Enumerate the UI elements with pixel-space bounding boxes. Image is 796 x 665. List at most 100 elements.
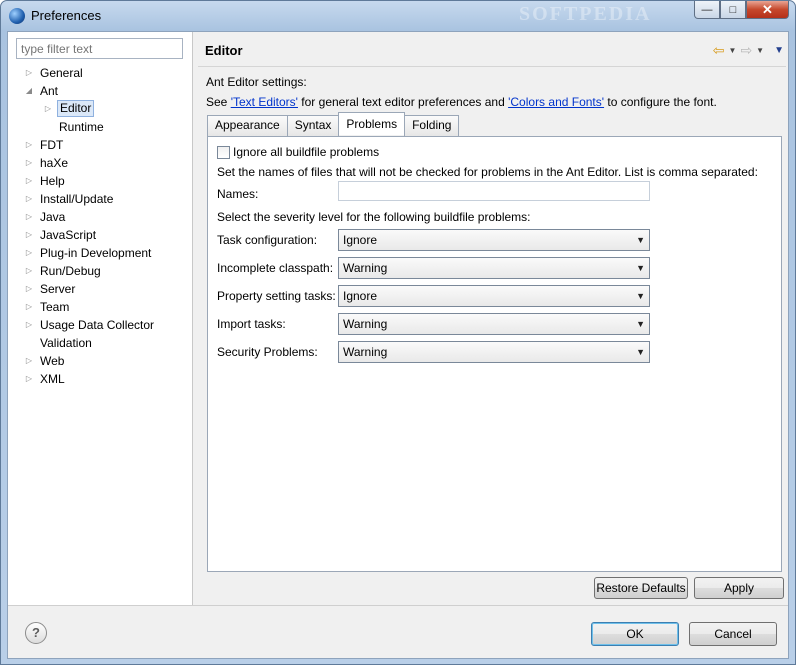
tree-item[interactable]: ▷ Plug-in Development (8, 244, 193, 262)
tree-item-label: XML (40, 372, 65, 386)
collapsed-twisty-icon[interactable]: ▷ (24, 280, 34, 298)
preference-page: Editor ⇦ ▼ ⇨ ▼ ▼ Ant Editor settings: Se… (194, 32, 790, 605)
tree-item[interactable]: ▷ FDT (8, 136, 193, 154)
eclipse-app-icon (9, 8, 25, 24)
forward-arrow-icon[interactable]: ⇨ (740, 42, 752, 59)
tree-item-label: Run/Debug (40, 264, 101, 278)
collapsed-twisty-icon[interactable]: ▷ (24, 316, 34, 334)
restore-defaults-button[interactable]: Restore Defaults (594, 577, 688, 599)
collapsed-twisty-icon[interactable]: ▷ (24, 136, 34, 154)
tree-item-label: Plug-in Development (40, 246, 152, 260)
tree-item[interactable]: ▷ XML (8, 370, 193, 388)
tree-item[interactable]: ▷ Usage Data Collector (8, 316, 193, 334)
tab-appearance[interactable]: Appearance (207, 115, 288, 136)
tree-item-label: General (40, 66, 83, 80)
tree-item-label: Editor (57, 100, 95, 117)
minimize-button[interactable]: — (694, 1, 720, 19)
tab-problems[interactable]: Problems (338, 112, 406, 135)
chevron-down-icon: ▼ (636, 347, 645, 357)
severity-label: Security Problems: (217, 345, 318, 359)
tree-item[interactable]: Validation (8, 334, 193, 352)
tree-item[interactable]: ▷ Java (8, 208, 193, 226)
tree-item[interactable]: ▷ Install/Update (8, 190, 193, 208)
severity-select[interactable]: Warning ▼ (338, 257, 650, 279)
collapsed-twisty-icon[interactable]: ▷ (24, 64, 34, 82)
collapsed-twisty-icon[interactable]: ▷ (24, 370, 34, 388)
collapsed-twisty-icon[interactable]: ▷ (24, 262, 34, 280)
window-title: Preferences (31, 8, 102, 23)
tree-item-label: Runtime (59, 120, 104, 134)
tree-item[interactable]: ▷ Editor (8, 100, 193, 118)
collapsed-twisty-icon[interactable]: ▷ (24, 208, 34, 226)
forward-dropdown-icon[interactable]: ▼ (756, 46, 764, 55)
back-arrow-icon[interactable]: ⇦ (713, 42, 725, 59)
apply-button[interactable]: Apply (694, 577, 784, 599)
collapsed-twisty-icon[interactable]: ▷ (24, 298, 34, 316)
maximize-button[interactable]: □ (720, 1, 746, 19)
tree-item[interactable]: ▷ General (8, 64, 193, 82)
tree-item-label: Team (40, 300, 70, 314)
see-suffix: to configure the font. (604, 95, 717, 109)
cancel-button[interactable]: Cancel (689, 622, 777, 646)
tree-item[interactable]: ▷ Team (8, 298, 193, 316)
collapsed-twisty-icon[interactable]: ▷ (24, 352, 34, 370)
severity-select-value: Ignore (343, 233, 378, 247)
title-bar: Preferences SOFTPEDIA — □ ✕ (1, 1, 795, 31)
tree-item[interactable]: Runtime (8, 118, 193, 136)
filter-input[interactable] (16, 38, 183, 59)
severity-select-value: Warning (343, 261, 388, 275)
severity-label: Import tasks: (217, 317, 286, 331)
tab-syntax[interactable]: Syntax (286, 115, 340, 136)
severity-select[interactable]: Ignore ▼ (338, 229, 650, 251)
severity-label: Property setting tasks: (217, 289, 336, 303)
tree-item[interactable]: ▷ JavaScript (8, 226, 193, 244)
close-button[interactable]: ✕ (746, 1, 789, 19)
chevron-down-icon: ▼ (636, 291, 645, 301)
severity-select-value: Warning (343, 345, 388, 359)
tree-item[interactable]: ▷ Run/Debug (8, 262, 193, 280)
collapsed-twisty-icon[interactable]: ▷ (43, 100, 53, 118)
collapsed-twisty-icon[interactable]: ▷ (24, 244, 34, 262)
button-bar-separator (8, 605, 788, 606)
expanded-twisty-icon[interactable]: ◢ (24, 82, 34, 100)
tree-item[interactable]: ▷ Server (8, 280, 193, 298)
title-separator (198, 66, 786, 67)
history-nav: ⇦ ▼ ⇨ ▼ ▼ (713, 42, 784, 59)
watermark: SOFTPEDIA (519, 3, 652, 25)
names-input[interactable] (338, 181, 650, 201)
severity-select-value: Warning (343, 317, 388, 331)
preference-tree-pane: ▷General◢Ant▷EditorRuntime▷FDT▷haXe▷Help… (8, 32, 193, 605)
severity-label: Task configuration: (217, 233, 318, 247)
tree-item-label: Ant (40, 84, 59, 98)
tree-item[interactable]: ▷ haXe (8, 154, 193, 172)
collapsed-twisty-icon[interactable]: ▷ (24, 190, 34, 208)
ok-button[interactable]: OK (591, 622, 679, 646)
view-menu-icon[interactable]: ▼ (774, 45, 784, 56)
names-label: Names: (217, 187, 259, 201)
tab-folding[interactable]: Folding (404, 115, 460, 136)
collapsed-twisty-icon[interactable]: ▷ (24, 226, 34, 244)
see-middle: for general text editor preferences and (297, 95, 509, 109)
caption-buttons: — □ ✕ (694, 1, 789, 19)
tree-item[interactable]: ▷ Help (8, 172, 193, 190)
problems-tab-panel: Ignore all buildfile problems Set the na… (207, 136, 782, 572)
back-dropdown-icon[interactable]: ▼ (729, 46, 737, 55)
chevron-down-icon: ▼ (636, 319, 645, 329)
tree-item-label: Validation (40, 336, 92, 350)
tree-item[interactable]: ◢ Ant (8, 82, 193, 100)
severity-select[interactable]: Warning ▼ (338, 341, 650, 363)
tree-item[interactable]: ▷ Web (8, 352, 193, 370)
help-icon[interactable]: ? (25, 622, 47, 644)
tree-item-label: Usage Data Collector (40, 318, 155, 332)
severity-select[interactable]: Warning ▼ (338, 313, 650, 335)
collapsed-twisty-icon[interactable]: ▷ (24, 154, 34, 172)
severity-select[interactable]: Ignore ▼ (338, 285, 650, 307)
text-editors-link[interactable]: 'Text Editors' (231, 95, 298, 109)
dialog-client-area: ▷General◢Ant▷EditorRuntime▷FDT▷haXe▷Help… (7, 31, 789, 659)
ignore-all-checkbox[interactable] (217, 145, 230, 159)
tree-item-label: haXe (40, 156, 69, 170)
severity-label: Incomplete classpath: (217, 261, 334, 275)
ignore-all-row: Ignore all buildfile problems (217, 145, 379, 159)
colors-fonts-link[interactable]: 'Colors and Fonts' (508, 95, 604, 109)
collapsed-twisty-icon[interactable]: ▷ (24, 172, 34, 190)
